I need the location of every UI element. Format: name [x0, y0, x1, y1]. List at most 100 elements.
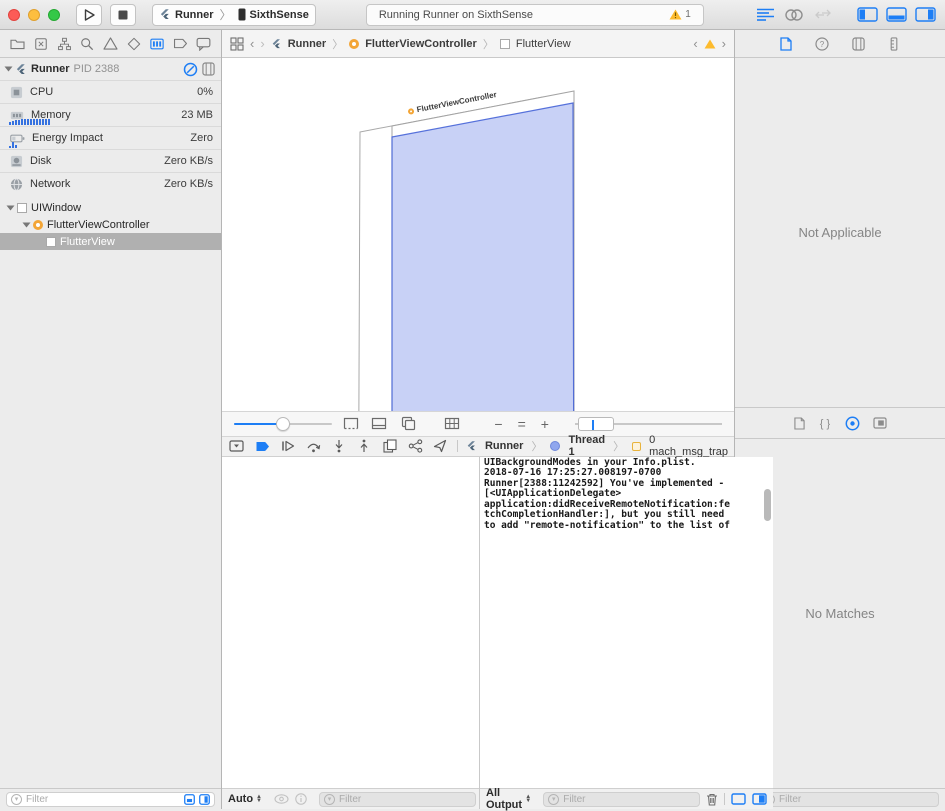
size-inspector-icon[interactable]	[882, 34, 906, 54]
console-scope-selector[interactable]: All Output ▲▼	[486, 787, 531, 811]
disclosure-triangle-icon[interactable]	[23, 222, 31, 227]
version-editor-button[interactable]	[811, 6, 835, 24]
gauge-row-cpu[interactable]: CPU 0%	[0, 80, 221, 103]
go-forward-button[interactable]: ›	[260, 36, 264, 51]
console-output[interactable]: UIBackgroundModes in your Info.plist.201…	[480, 457, 773, 789]
tree-row-uiwindow[interactable]: UIWindow	[0, 199, 221, 216]
object-inspector-icon[interactable]	[846, 34, 870, 54]
hide-debug-area-button[interactable]	[228, 437, 245, 455]
disclosure-triangle-icon[interactable]	[5, 67, 13, 72]
continue-execution-button[interactable]	[279, 437, 296, 455]
variables-empty-area[interactable]	[222, 457, 479, 789]
show-console-view-button[interactable]	[752, 793, 767, 805]
debugbar-crumb-process[interactable]: Runner	[485, 440, 524, 452]
debugbar-crumb-thread[interactable]: Thread 1	[568, 434, 605, 458]
breakpoint-navigator-icon[interactable]	[169, 34, 192, 54]
tree-row-flutterview[interactable]: FlutterView	[0, 233, 221, 250]
standard-editor-button[interactable]	[753, 6, 777, 24]
step-out-button[interactable]	[355, 437, 372, 455]
file-template-library-icon[interactable]	[794, 417, 805, 430]
report-navigator-icon[interactable]	[192, 34, 215, 54]
warning-badge[interactable]: 1	[669, 9, 691, 20]
console-filter-input[interactable]	[563, 794, 695, 805]
info-icon[interactable]	[295, 793, 307, 805]
scheme-selector[interactable]: Runner 〉 SixthSense	[152, 4, 316, 26]
gauge-row-disk[interactable]: Disk Zero KB/s	[0, 149, 221, 172]
show-clipped-content-button[interactable]	[341, 415, 361, 433]
library-filter-input[interactable]	[779, 794, 934, 805]
object-library-icon[interactable]	[845, 416, 860, 431]
simulate-location-button[interactable]	[432, 437, 449, 455]
canvas-grid-button[interactable]	[442, 415, 462, 433]
step-over-button[interactable]	[304, 437, 321, 455]
toggle-debug-area-button[interactable]	[884, 6, 908, 24]
file-inspector-icon[interactable]	[774, 34, 798, 54]
project-navigator-icon[interactable]	[6, 34, 29, 54]
related-items-icon[interactable]	[230, 37, 244, 51]
warning-count: 1	[685, 9, 691, 20]
view-debugger-canvas[interactable]: FlutterViewController	[222, 58, 734, 411]
navigator-filter-input[interactable]	[26, 794, 180, 805]
flutterview-plane[interactable]	[392, 103, 574, 411]
close-window-button[interactable]	[8, 9, 20, 21]
spacing-slider[interactable]	[234, 417, 332, 431]
zoom-in-button[interactable]: +	[538, 416, 552, 432]
show-variables-view-button[interactable]	[731, 793, 746, 805]
jumpbar-crumb-target[interactable]: Runner	[288, 38, 327, 50]
toggle-inspector-button[interactable]	[913, 6, 937, 24]
navigator-filter-field[interactable]: ▾	[6, 792, 215, 807]
orient-to-2d-button[interactable]	[398, 415, 418, 433]
visible-range-slider[interactable]	[575, 417, 722, 431]
clear-console-trash-icon[interactable]	[706, 793, 718, 806]
go-back-button[interactable]: ‹	[250, 36, 254, 51]
assistant-editor-button[interactable]	[782, 6, 806, 24]
library-filter-field[interactable]: ▾	[759, 792, 939, 807]
run-button[interactable]	[76, 4, 102, 26]
disclosure-triangle-icon[interactable]	[7, 205, 15, 210]
show-views-only-icon[interactable]	[199, 794, 210, 805]
debugbar-crumb-frame[interactable]: 0 mach_msg_trap	[649, 434, 728, 458]
gauge-row-memory[interactable]: Memory 23 MB	[0, 103, 221, 126]
variables-scope-selector[interactable]: Auto ▲▼	[228, 793, 262, 805]
console-filter-field[interactable]: ▾	[543, 792, 700, 807]
jumpbar-crumb-controller[interactable]: FlutterViewController	[365, 38, 477, 50]
gauge-row-network[interactable]: Network Zero KB/s	[0, 172, 221, 195]
minimize-window-button[interactable]	[28, 9, 40, 21]
step-into-button[interactable]	[330, 437, 347, 455]
toggle-navigator-button[interactable]	[855, 6, 879, 24]
memory-graph-button[interactable]	[406, 437, 423, 455]
variables-filter-field[interactable]: ▾	[319, 792, 476, 807]
slider-thumb-icon[interactable]	[276, 417, 290, 431]
zoom-actual-button[interactable]: =	[515, 416, 529, 432]
next-issue-button[interactable]: ›	[722, 36, 726, 51]
code-snippet-library-icon[interactable]: { }	[818, 417, 832, 430]
warning-icon[interactable]	[704, 39, 716, 49]
previous-issue-button[interactable]: ‹	[693, 36, 697, 51]
pause-process-icon[interactable]	[183, 62, 198, 77]
variables-filter-input[interactable]	[339, 794, 471, 805]
media-library-icon[interactable]	[873, 417, 887, 429]
tree-row-flutterviewcontroller[interactable]: FlutterViewController	[0, 216, 221, 233]
show-debugged-only-icon[interactable]	[184, 794, 195, 805]
console-scope-label: All Output	[486, 787, 522, 811]
range-handles-icon[interactable]	[578, 417, 614, 431]
test-navigator-icon[interactable]	[122, 34, 145, 54]
source-control-navigator-icon[interactable]	[29, 34, 52, 54]
debug-navigator-icon[interactable]	[145, 34, 168, 54]
symbol-navigator-icon[interactable]	[52, 34, 75, 54]
issue-navigator-icon[interactable]	[99, 34, 122, 54]
process-row[interactable]: Runner PID 2388	[0, 58, 221, 80]
find-navigator-icon[interactable]	[76, 34, 99, 54]
show-constraints-button[interactable]	[370, 415, 390, 433]
gauge-row-energy[interactable]: Energy Impact Zero	[0, 126, 221, 149]
breakpoints-toggle-button[interactable]	[253, 437, 270, 455]
debug-view-hierarchy-button[interactable]	[381, 437, 398, 455]
stop-button[interactable]	[110, 4, 136, 26]
zoom-out-button[interactable]: −	[491, 416, 505, 432]
quicklook-eye-icon[interactable]	[274, 794, 289, 804]
console-scrollbar[interactable]	[764, 489, 771, 521]
zoom-window-button[interactable]	[48, 9, 60, 21]
view-debugger-badge-icon[interactable]	[202, 62, 215, 76]
jumpbar-crumb-view[interactable]: FlutterView	[516, 38, 571, 50]
quick-help-inspector-icon[interactable]: ?	[810, 34, 834, 54]
